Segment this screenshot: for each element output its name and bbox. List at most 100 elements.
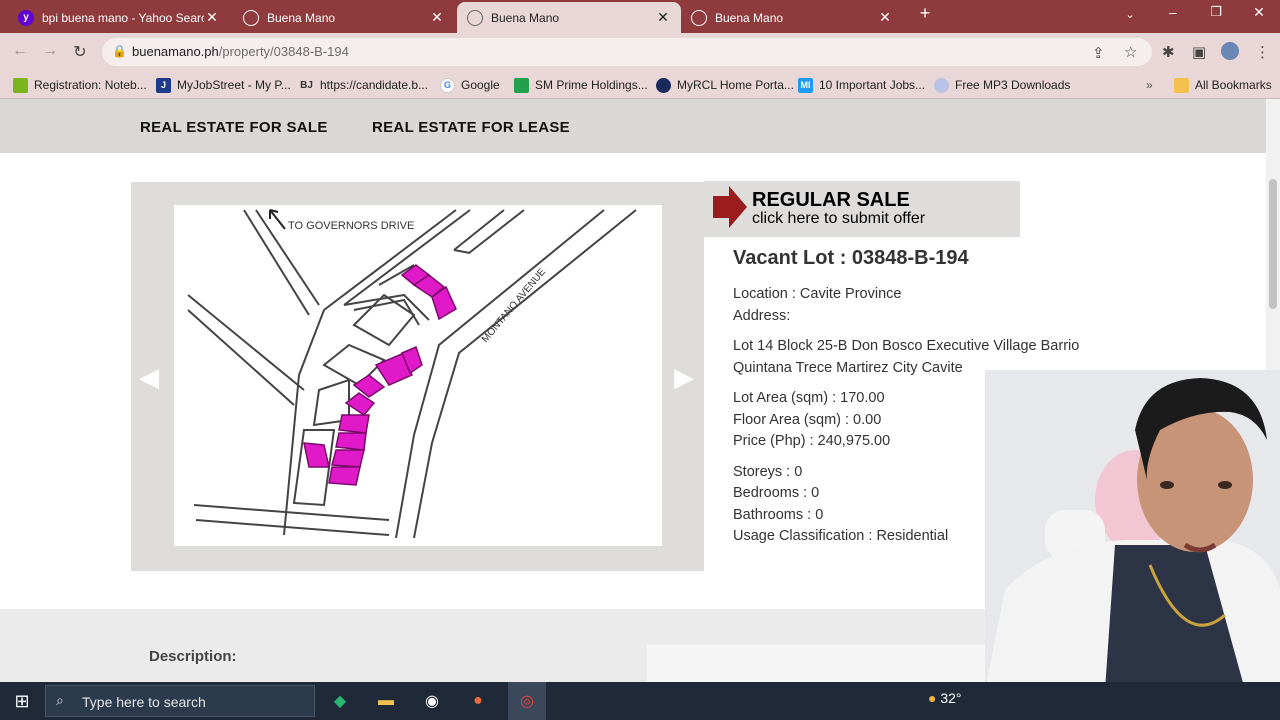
temperature-readout: 32°	[940, 690, 962, 706]
nav-real-estate-for-sale[interactable]: REAL ESTATE FOR SALE	[140, 119, 328, 136]
sm-icon	[514, 77, 529, 93]
tab-label: Buena Mano	[491, 10, 560, 25]
map-label-governors-drive: TO GOVERNORS DRIVE	[288, 220, 414, 232]
all-bookmarks[interactable]: All Bookmarks	[1174, 76, 1272, 94]
taskbar-search-box[interactable]: ⌕ Type here to search	[45, 685, 315, 717]
browser-tab-strip: y bpi buena mano - Yahoo Search ✕ Buena …	[0, 0, 1280, 33]
weather-widget[interactable]: ● 32°	[928, 690, 962, 706]
url-text[interactable]: buenamano.ph/property/03848-B-194	[132, 44, 349, 59]
vicinity-map: TO GOVERNORS DRIVE MONTANO AVENUE	[174, 205, 662, 546]
address-bar[interactable]: 🔒 buenamano.ph/property/03848-B-194 ⇪ ☆	[102, 38, 1152, 66]
mi-icon: MI	[798, 77, 813, 93]
side-panel-box	[647, 645, 1007, 682]
close-icon[interactable]: ✕	[204, 9, 220, 26]
bookmark-label: MyRCL Home Porta...	[677, 78, 794, 92]
media-player-icon[interactable]: ◉	[418, 687, 446, 715]
bookmark-label: SM Prime Holdings...	[535, 78, 648, 92]
scrollbar-thumb[interactable]	[1269, 179, 1277, 309]
property-address-line: Lot 14 Block 25-B Don Bosco Executive Vi…	[733, 338, 1080, 354]
bookmark-label: Registration: Noteb...	[34, 78, 147, 92]
bookmark-google[interactable]: G Google	[440, 76, 500, 94]
close-icon[interactable]: ✕	[655, 9, 671, 26]
bookmark-sm-prime[interactable]: SM Prime Holdings...	[514, 76, 648, 94]
bookmark-label: https://candidate.b...	[320, 78, 429, 92]
vicinity-map-drawing: TO GOVERNORS DRIVE MONTANO AVENUE	[187, 209, 637, 539]
nav-real-estate-for-lease[interactable]: REAL ESTATE FOR LEASE	[372, 119, 570, 136]
webcam-person-image	[985, 370, 1280, 690]
bookmark-label: MyJobStreet - My P...	[177, 78, 291, 92]
regular-sale-title: REGULAR SALE	[752, 189, 910, 211]
chrome-icon[interactable]: ◎	[508, 682, 546, 720]
new-tab-button[interactable]: +	[910, 3, 940, 24]
submit-offer-link[interactable]: click here to submit offer	[752, 210, 925, 228]
bookmark-registration[interactable]: Registration: Noteb...	[13, 76, 147, 94]
restore-button[interactable]: ❐	[1201, 4, 1231, 20]
property-title: Vacant Lot : 03848-B-194	[733, 247, 969, 269]
file-explorer-icon[interactable]: ▬	[372, 687, 400, 715]
property-location: Location : Cavite Province	[733, 286, 902, 302]
bookmarks-overflow-chevron-icon[interactable]: »	[1146, 76, 1153, 94]
globe-icon	[467, 9, 483, 26]
folder-icon	[1174, 77, 1189, 93]
bookmark-label: Free MP3 Downloads	[955, 78, 1071, 92]
lock-icon: 🔒	[112, 44, 127, 58]
close-icon[interactable]: ✕	[429, 9, 445, 26]
bookmark-green-icon	[13, 77, 28, 93]
rcl-icon	[656, 77, 671, 93]
window-close-button[interactable]: ✕	[1244, 4, 1274, 21]
webcam-overlay	[985, 370, 1280, 690]
windows-start-icon[interactable]: ⊞	[8, 687, 36, 715]
tab-label: Buena Mano	[715, 10, 784, 25]
taskbar-search-placeholder: Type here to search	[82, 694, 206, 710]
bookmarks-bar: Registration: Noteb... J MyJobStreet - M…	[0, 71, 1280, 99]
back-button[interactable]: ←	[9, 42, 31, 60]
gallery-next-arrow-icon[interactable]: ▶	[674, 362, 694, 393]
red-arrow-icon	[713, 186, 747, 228]
tab-label: bpi buena mano - Yahoo Search	[42, 10, 204, 25]
bookmark-free-mp3[interactable]: Free MP3 Downloads	[934, 76, 1070, 94]
browser-toolbar: ← → ↻ 🔒 buenamano.ph/property/03848-B-19…	[0, 33, 1280, 71]
site-nav: REAL ESTATE FOR SALE REAL ESTATE FOR LEA…	[0, 99, 1266, 153]
bookmark-label: 10 Important Jobs...	[819, 78, 926, 92]
tab-search-chevron-icon[interactable]: ⌄	[1115, 8, 1145, 21]
bookmark-myrcl[interactable]: MyRCL Home Porta...	[656, 76, 794, 94]
gallery-prev-arrow-icon[interactable]: ◀	[139, 362, 159, 393]
close-icon[interactable]: ✕	[877, 9, 893, 26]
app-icon-orange[interactable]: ●	[464, 687, 492, 715]
reload-button[interactable]: ↻	[69, 42, 91, 62]
regular-sale-banner[interactable]: REGULAR SALE click here to submit offer	[704, 181, 1020, 237]
url-path: /property/03848-B-194	[218, 44, 349, 59]
tab-buena-mano-1[interactable]: Buena Mano ✕	[233, 2, 455, 33]
share-icon[interactable]: ⇪	[1092, 44, 1105, 62]
tab-buena-mano-3[interactable]: Buena Mano ✕	[681, 2, 903, 33]
bookmark-candidate[interactable]: BJ https://candidate.b...	[299, 76, 428, 94]
windows-taskbar: ⊞ ⌕ Type here to search ◆ ▬ ◉ ● ◎ ● 32°	[0, 682, 1280, 720]
bookmark-myjobstreet[interactable]: J MyJobStreet - My P...	[156, 76, 291, 94]
search-icon: ⌕	[56, 692, 64, 708]
globe-icon	[691, 9, 707, 26]
url-domain: buenamano.ph	[132, 44, 219, 59]
app-icon-green[interactable]: ◆	[326, 687, 354, 715]
bookmark-10-jobs[interactable]: MI 10 Important Jobs...	[798, 76, 925, 94]
all-bookmarks-label: All Bookmarks	[1195, 78, 1272, 92]
kebab-menu-icon[interactable]: ⋮	[1255, 43, 1270, 61]
google-icon: G	[440, 77, 455, 93]
profile-avatar[interactable]	[1221, 42, 1239, 60]
extensions-icon[interactable]: ✱	[1162, 43, 1175, 61]
weather-sun-icon: ●	[928, 690, 937, 706]
property-address-label: Address:	[733, 307, 791, 324]
side-panel-icon[interactable]: ▣	[1192, 43, 1206, 61]
bookmark-label: Google	[461, 78, 500, 92]
mp3-icon	[934, 77, 949, 93]
tab-buena-mano-active[interactable]: Buena Mano ✕	[457, 2, 681, 33]
property-gallery: ◀ ▶ TO GOVERNORS DRIVE MONTANO AVENUE	[131, 182, 704, 571]
star-icon[interactable]: ☆	[1124, 43, 1137, 61]
minimize-button[interactable]: –	[1158, 4, 1188, 20]
map-label-montano-avenue: MONTANO AVENUE	[480, 266, 548, 345]
jobstreet-icon: J	[156, 77, 171, 93]
tab-yahoo-search[interactable]: y bpi buena mano - Yahoo Search ✕	[8, 2, 230, 33]
bj-icon: BJ	[300, 79, 313, 91]
globe-icon	[243, 9, 259, 26]
yahoo-icon: y	[18, 9, 34, 26]
forward-button[interactable]: →	[39, 42, 61, 60]
